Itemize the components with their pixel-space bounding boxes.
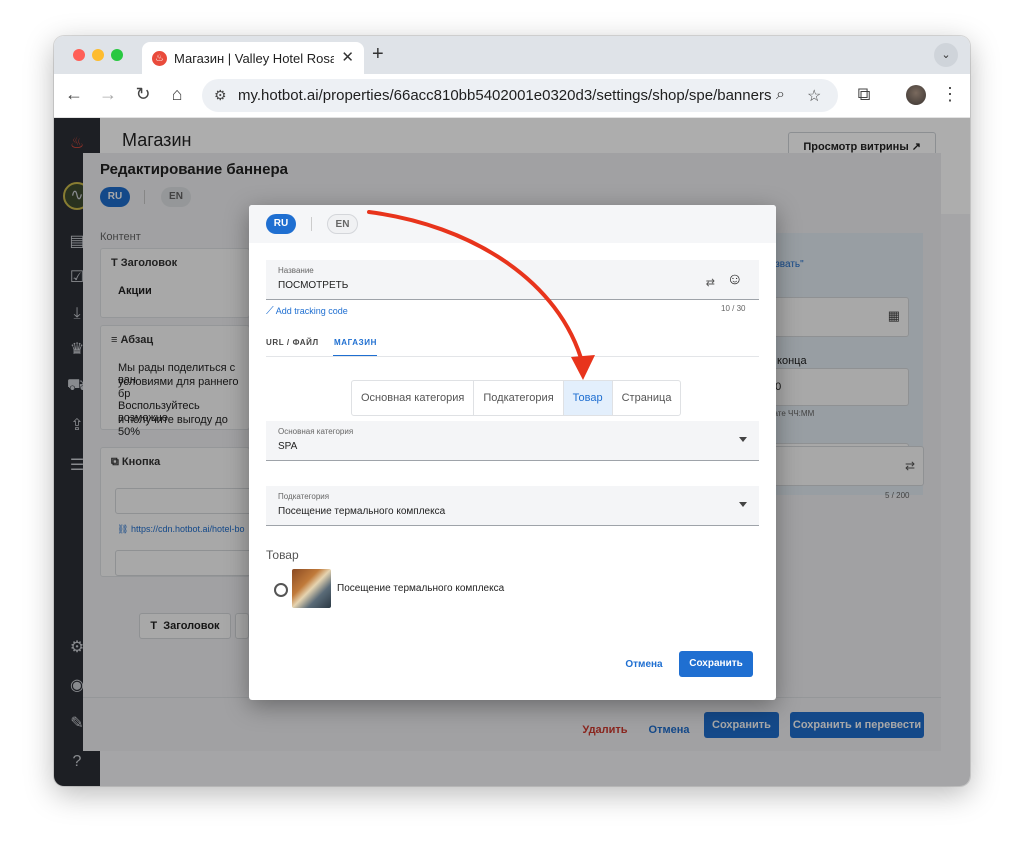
segment-page[interactable]: Страница	[613, 381, 681, 415]
trend-line-icon: ⟋	[266, 305, 274, 317]
segment-subcategory[interactable]: Подкатегория	[474, 381, 564, 415]
chevron-down-icon	[739, 437, 747, 442]
category-select-label: Основная категория	[278, 427, 354, 436]
browser-toolbar: ← → ↻ ⌂ ⚙ my.hotbot.ai/properties/66acc8…	[54, 74, 970, 118]
close-window-button[interactable]	[73, 49, 85, 61]
product-option-label[interactable]: Посещение термального комплекса	[337, 583, 504, 594]
modal-lang-ru-pill[interactable]: RU	[266, 214, 296, 234]
forward-arrow-icon[interactable]: →	[96, 84, 120, 105]
maximize-window-button[interactable]	[111, 49, 123, 61]
browser-window: ♨ Магазин | Valley Hotel Rosa K ✕ + ⌄ ← …	[54, 36, 970, 786]
tab-bar: ♨ Магазин | Valley Hotel Rosa K ✕ + ⌄	[54, 36, 970, 74]
subcategory-select-value: Посещение термального комплекса	[278, 506, 446, 517]
hotbot-favicon-icon: ♨	[152, 51, 167, 66]
extensions-icon[interactable]: ⧉	[852, 84, 876, 105]
name-counter: 10 / 30	[721, 304, 746, 313]
category-select[interactable]: Основная категория SPA	[266, 421, 759, 461]
chevron-down-icon	[739, 502, 747, 507]
translate-icon[interactable]: ⇄	[706, 276, 715, 289]
back-arrow-icon[interactable]: ←	[62, 84, 86, 105]
browser-tab[interactable]: ♨ Магазин | Valley Hotel Rosa K ✕	[142, 42, 364, 74]
name-field[interactable]: Название ПОСМОТРЕТЬ ⇄ ☺	[266, 260, 759, 300]
url-text[interactable]: my.hotbot.ai/properties/66acc810bb540200…	[238, 87, 771, 104]
reload-icon[interactable]: ↻	[131, 84, 155, 105]
browser-menu-icon[interactable]: ⋮	[938, 84, 962, 105]
category-select-value: SPA	[278, 441, 298, 452]
modal-cancel-button[interactable]: Отмена	[620, 654, 668, 676]
home-icon[interactable]: ⌂	[165, 84, 189, 105]
name-field-label: Название	[278, 266, 314, 275]
zoom-icon[interactable]: ⌕	[776, 86, 785, 104]
new-tab-icon[interactable]: +	[372, 43, 384, 66]
modal-lang-bar: RU EN	[249, 205, 776, 243]
modal-save-button[interactable]: Сохранить	[679, 651, 753, 677]
modal-lang-en-pill[interactable]: EN	[327, 214, 358, 234]
tab-title: Магазин | Valley Hotel Rosa K	[174, 51, 334, 66]
tab-url-file[interactable]: URL / ФАЙЛ	[266, 338, 319, 347]
tab-shop[interactable]: МАГАЗИН	[334, 338, 377, 347]
site-settings-icon[interactable]: ⚙	[214, 87, 227, 104]
product-radio[interactable]	[274, 583, 288, 597]
product-section-label: Товар	[266, 548, 299, 562]
tab-divider	[266, 356, 759, 357]
close-tab-icon[interactable]: ✕	[341, 48, 354, 66]
emoji-icon[interactable]: ☺	[727, 271, 743, 289]
segment-product[interactable]: Товар	[563, 381, 613, 415]
bookmark-star-icon[interactable]: ☆	[807, 86, 821, 106]
segment-main-category[interactable]: Основная категория	[352, 381, 475, 415]
subcategory-select-label: Подкатегория	[278, 492, 330, 501]
profile-avatar[interactable]	[906, 85, 926, 105]
address-bar[interactable]: ⚙ my.hotbot.ai/properties/66acc810bb5402…	[202, 79, 838, 112]
subcategory-select[interactable]: Подкатегория Посещение термального компл…	[266, 486, 759, 526]
link-type-segmented-control: Основная категория Подкатегория Товар Ст…	[351, 380, 682, 416]
minimize-window-button[interactable]	[92, 49, 104, 61]
product-thumbnail	[292, 569, 331, 608]
modal-lang-separator	[311, 217, 312, 231]
page-content: ♨ ∿ ▤ ☑ ⤓ ♛ ⛟ ⇪ ☰ ⚙ ◉ ✎ ? Магазин Просмо…	[54, 118, 970, 786]
tab-search-chevron-icon[interactable]: ⌄	[934, 43, 958, 67]
add-tracking-code-link[interactable]: ⟋ Add tracking code	[266, 305, 348, 318]
button-settings-modal: RU EN Название ПОСМОТРЕТЬ ⇄ ☺ ⟋ Add trac…	[249, 205, 776, 700]
name-field-value[interactable]: ПОСМОТРЕТЬ	[278, 280, 348, 291]
